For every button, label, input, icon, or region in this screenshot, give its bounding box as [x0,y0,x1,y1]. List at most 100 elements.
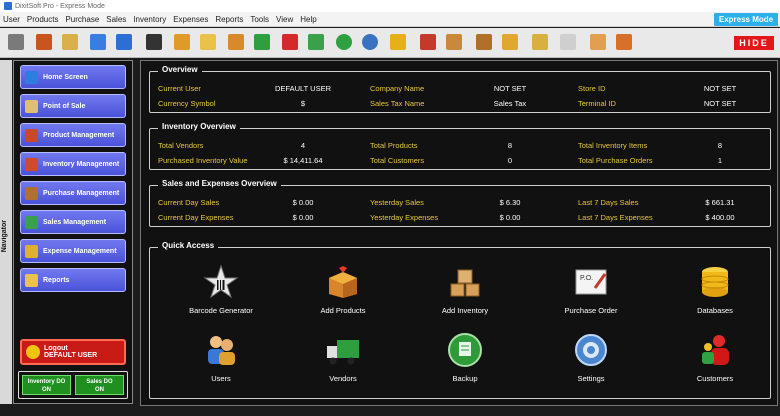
settings-gear-icon [575,334,607,366]
nav-purchase-management[interactable]: Purchase Management [20,181,126,205]
purchase-basket-icon[interactable] [476,34,492,50]
total-products-value: 8 [507,141,513,150]
sales-tax-name-label: Sales Tax Name [370,99,425,108]
nav-product-management-label: Product Management [43,131,115,139]
menu-user[interactable]: User [3,15,20,24]
navigator-tab[interactable]: Navigator [0,60,12,404]
currency-symbol-label: Currency Symbol [158,99,216,108]
menu-inventory[interactable]: Inventory [133,15,166,24]
menu-purchase[interactable]: Purchase [65,15,99,24]
current-day-expenses-label: Current Day Expenses [158,213,234,222]
backup-icon[interactable] [336,34,352,50]
nav-expense-management-label: Expense Management [43,247,117,255]
inventory-do-state: ON [42,387,51,393]
qa-users[interactable]: Users [176,332,266,383]
report-icon [25,273,38,287]
menu-sales[interactable]: Sales [106,15,126,24]
nav-reports[interactable]: Reports [20,268,126,292]
list-icon[interactable] [200,34,216,50]
customers-icon [702,335,729,365]
terminal-id-label: Terminal ID [578,99,616,108]
yesterday-sales-value: $ 6.30 [499,198,521,207]
total-items-value: 8 [717,141,723,150]
inventory-overview-title: Inventory Overview [158,122,240,131]
menu-expenses[interactable]: Expenses [173,15,208,24]
express-mode-button[interactable]: Express Mode [714,13,778,26]
last7-sales-value: $ 661.31 [705,198,735,207]
toggle-group: Inventory DO ON Sales DO ON [18,371,128,399]
menu-reports[interactable]: Reports [215,15,243,24]
nav-purchase-management-label: Purchase Management [43,189,120,197]
folder-icon[interactable] [590,34,606,50]
total-items-label: Total Inventory Items [578,141,648,150]
sales-do-toggle[interactable]: Sales DO ON [75,375,124,395]
menu-bar: User Products Purchase Sales Inventory E… [0,12,780,27]
nav-inventory-management-label: Inventory Management [43,160,120,168]
nav-inventory-management[interactable]: Inventory Management [20,152,126,176]
pos-icon[interactable] [62,34,78,50]
qa-customers[interactable]: Customers [670,332,760,383]
door-icon[interactable] [36,34,52,50]
settings-icon[interactable] [362,34,378,50]
nav-product-management[interactable]: Product Management [20,123,126,147]
receipt-icon[interactable] [560,34,576,50]
title-bar: DixitSoft Pro - Express Mode [0,0,780,12]
qa-barcode-generator[interactable]: Barcode Generator [176,264,266,315]
purchase-order-icon: P.O. [575,269,607,295]
inventory-icon [25,157,38,171]
window-title: DixitSoft Pro - Express Mode [15,2,105,10]
hierarchy-icon[interactable] [174,34,190,50]
nav-sales-management[interactable]: Sales Management [20,210,126,234]
qa-databases[interactable]: Databases [670,264,760,315]
menu-products[interactable]: Products [27,15,59,24]
customers-icon[interactable] [282,34,298,50]
quick-access-title: Quick Access [158,241,219,250]
qa-settings[interactable]: Settings [546,332,636,383]
nav-expense-management[interactable]: Expense Management [20,239,126,263]
nav-home-screen[interactable]: Home Screen [20,65,126,89]
logout-button[interactable]: Logout DEFAULT USER [20,339,126,365]
qa-vendors[interactable]: Vendors [298,332,388,383]
home-icon[interactable] [90,34,106,50]
qa-customers-label: Customers [696,374,734,383]
nav-reports-label: Reports [43,276,70,284]
currency-symbol-value: $ [300,99,306,108]
purchase-basket-icon [25,186,38,200]
yesterday-expenses-label: Yesterday Expenses [370,213,439,222]
last7-sales-label: Last 7 Days Sales [578,198,639,207]
database-icon [701,267,729,297]
barcode-icon[interactable] [146,34,162,50]
users-icon[interactable] [228,34,244,50]
sales-chart-icon[interactable] [308,34,324,50]
exit-icon[interactable] [8,34,24,50]
report-icon[interactable] [532,34,548,50]
total-products-label: Total Products [370,141,418,150]
total-orders-value: 1 [717,156,723,165]
qa-add-products-label: Add Products [320,306,366,315]
qa-purchase-order[interactable]: P.O. Purchase Order [546,264,636,315]
hide-button[interactable]: HIDE [734,36,774,50]
truck-icon[interactable] [254,34,270,50]
qa-add-inventory[interactable]: Add Inventory [420,264,510,315]
menu-help[interactable]: Help [300,15,316,24]
qa-backup[interactable]: Backup [420,332,510,383]
current-user-label: Current User [158,84,201,93]
inventory-boxes-icon[interactable] [446,34,462,50]
sales-expenses-title: Sales and Expenses Overview [158,179,281,188]
database-icon[interactable] [390,34,406,50]
menu-view[interactable]: View [276,15,293,24]
company-name-label: Company Name [370,84,425,93]
add-product-icon[interactable] [502,34,518,50]
qa-add-products[interactable]: Add Products [298,264,388,315]
product-box-icon[interactable] [420,34,436,50]
logout-label: Logout [44,345,68,352]
total-customers-label: Total Customers [370,156,425,165]
app-icon [4,2,12,10]
menu-tools[interactable]: Tools [250,15,269,24]
nav-point-of-sale[interactable]: Point of Sale [20,94,126,118]
folder-export-icon[interactable] [616,34,632,50]
navigator-tab-label: Navigator [1,220,8,253]
inventory-do-toggle[interactable]: Inventory DO ON [22,375,71,395]
transfer-icon[interactable] [116,34,132,50]
qa-add-inventory-label: Add Inventory [441,306,489,315]
